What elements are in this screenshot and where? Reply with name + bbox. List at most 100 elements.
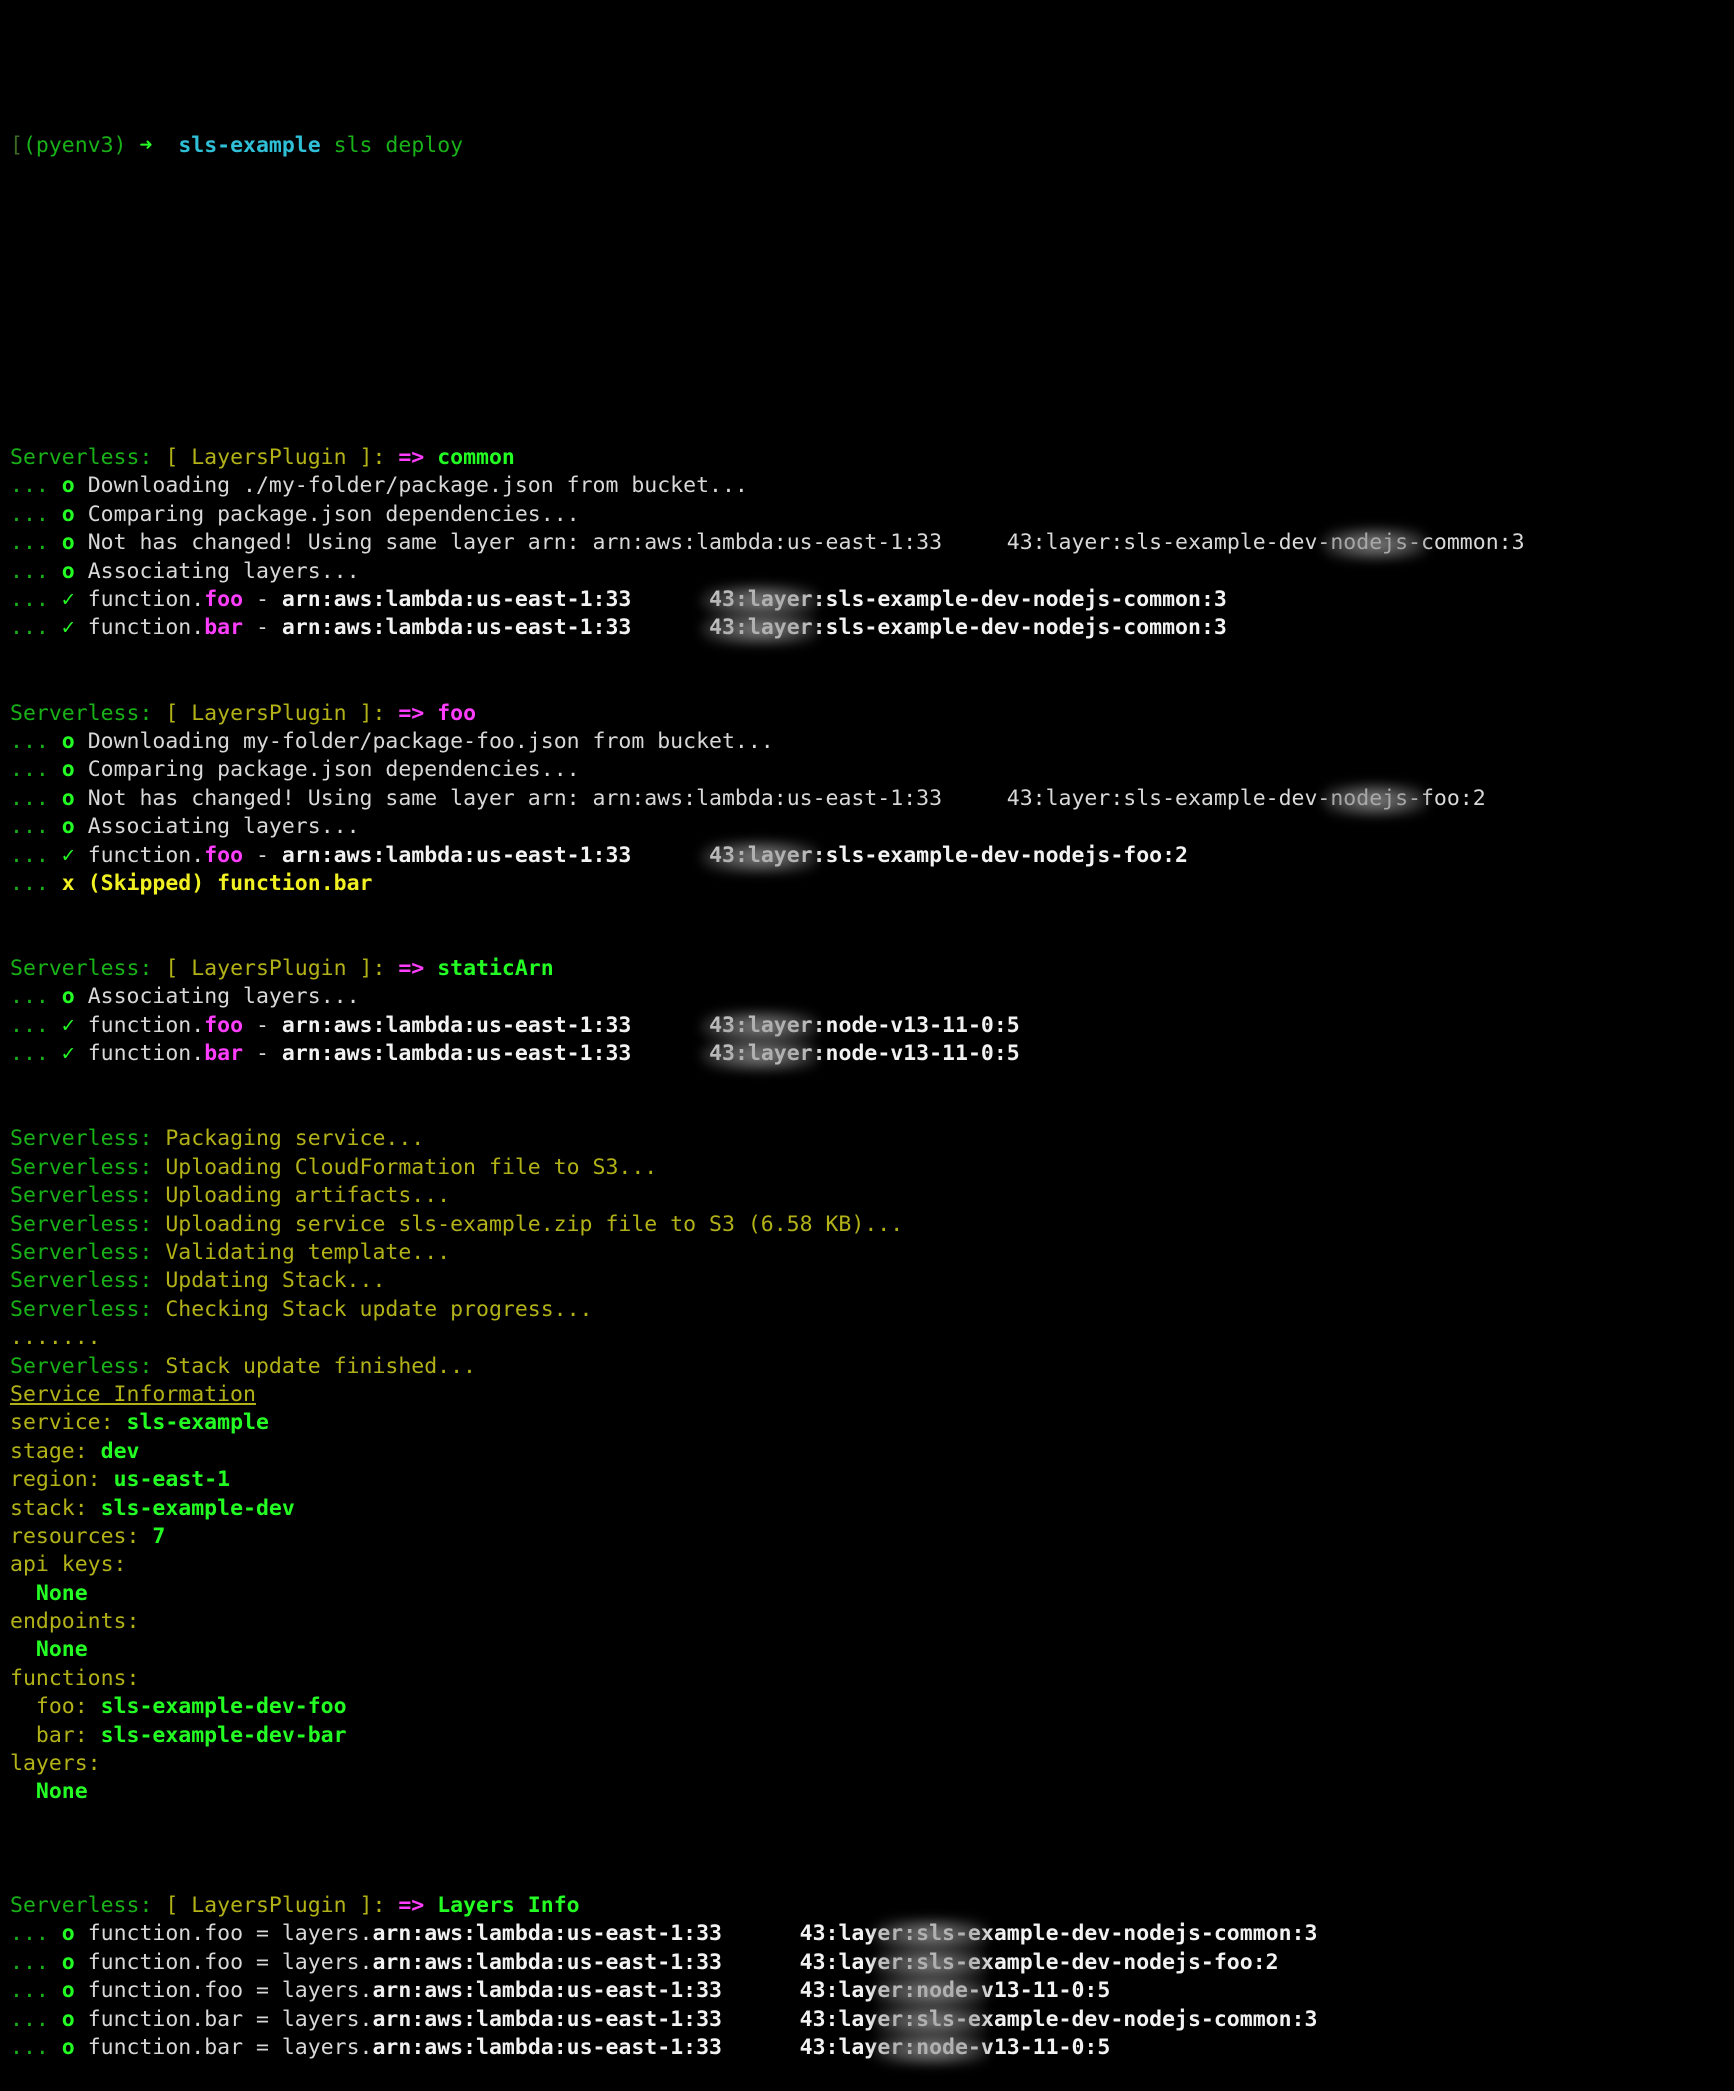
function-label: function.	[87, 1012, 205, 1038]
info-key: api keys:	[10, 1552, 127, 1578]
leading-dots: ...	[10, 1041, 49, 1067]
log-message: Associating layers...	[87, 984, 360, 1010]
lambda-layer-arn: arn:aws:lambda:us-east-1:33 43:layer:sls…	[593, 782, 1486, 817]
block-name: Layers Info	[437, 1892, 580, 1918]
lambda-layer-arn: arn:aws:lambda:us-east-1:33 43:layer:sls…	[593, 527, 1525, 562]
log-line-info: ... o Downloading ./my-folder/package.js…	[10, 472, 1734, 500]
shell-prompt-line: [(pyenv3) ➜ sls-example sls deploy	[10, 132, 1734, 160]
leading-dots: ...	[10, 501, 49, 527]
info-value: us-east-1	[113, 1467, 231, 1493]
lambda-layer-arn: arn:aws:lambda:us-east-1:33 43:layer:sls…	[372, 2003, 1317, 2038]
service-info-row: None	[10, 1636, 1734, 1664]
log-line-success: ... ✓ function.foo - arn:aws:lambda:us-e…	[10, 839, 1734, 874]
separator: -	[243, 615, 282, 641]
section-title: Service Information	[10, 1381, 256, 1407]
info-value: None	[35, 1637, 88, 1663]
log-message: Downloading ./my-folder/package.json fro…	[87, 473, 748, 499]
service-info-row: None	[10, 1580, 1734, 1608]
leading-dots: ...	[10, 587, 49, 612]
log-line-info-arn: ... o Not has changed! Using same layer …	[10, 527, 1734, 562]
lambda-layer-arn: arn:aws:lambda:us-east-1:33 43:layer:sls…	[372, 1946, 1279, 1981]
leading-dots: ...	[10, 757, 49, 783]
log-line-info: ... o Comparing package.json dependencie…	[10, 756, 1734, 784]
leading-dots: ...	[10, 2034, 49, 2060]
block-name: foo	[437, 700, 477, 726]
log-message: Associating layers...	[87, 558, 360, 584]
bullet-icon: o	[61, 1949, 75, 1975]
function-name: bar	[204, 1041, 244, 1067]
bullet-icon: o	[61, 473, 75, 499]
serverless-prefix: Serverless:	[10, 1353, 153, 1379]
arn-suffix: 43:layer:node-v13-11-0:5	[799, 2034, 1111, 2060]
bullet-icon: o	[61, 501, 75, 527]
info-value: sls-example-dev	[100, 1495, 295, 1521]
arn-account-redacted	[942, 530, 1007, 555]
log-line-skipped: ... x (Skipped) function.bar	[10, 870, 1734, 898]
arn-prefix: arn:aws:lambda:us-east-1:33	[281, 1041, 632, 1067]
log-line-info: ... o Associating layers...	[10, 558, 1734, 586]
bullet-icon: o	[61, 530, 75, 556]
terminal-output[interactable]: [(pyenv3) ➜ sls-example sls deploy Serve…	[0, 0, 1734, 2091]
serverless-prefix: Serverless:	[10, 1211, 153, 1237]
function-label: function.	[87, 615, 205, 641]
log-line-success: ... ✓ function.bar - arn:aws:lambda:us-e…	[10, 1038, 1734, 1073]
serverless-prefix: Serverless:	[10, 1296, 153, 1322]
bullet-icon: o	[61, 2034, 75, 2060]
block-name: staticArn	[437, 956, 554, 982]
status-message: Packaging service...	[165, 1126, 425, 1152]
arrow-icon: =>	[398, 956, 425, 982]
log-line-success: ... ✓ function.foo - arn:aws:lambda:us-e…	[10, 584, 1734, 618]
leading-dots: ...	[10, 1978, 49, 2004]
arn-suffix: 43:layer:sls-example-dev-nodejs-common:3	[709, 615, 1227, 641]
serverless-prefix: Serverless:	[10, 1239, 153, 1265]
log-line-info: ... o Comparing package.json dependencie…	[10, 501, 1734, 529]
log-message: Comparing package.json dependencies...	[87, 757, 580, 783]
info-key: bar:	[35, 1722, 88, 1748]
service-info-row: endpoints:	[10, 1608, 1734, 1636]
check-icon: ✓	[61, 842, 75, 868]
bullet-icon: o	[61, 814, 75, 840]
arn-account-redacted	[942, 786, 1007, 811]
arn-prefix: arn:aws:lambda:us-east-1:33	[281, 1012, 632, 1038]
info-value: sls-example	[126, 1410, 269, 1436]
bullet-icon: o	[61, 558, 75, 584]
bullet-icon: o	[61, 2006, 75, 2032]
arn-account-redacted	[722, 1950, 800, 1975]
status-line: Serverless: Uploading CloudFormation fil…	[10, 1154, 1734, 1182]
info-value: 7	[152, 1523, 166, 1549]
bullet-icon: o	[61, 1921, 75, 1947]
leading-dots: ...	[10, 530, 49, 556]
lambda-layer-arn: arn:aws:lambda:us-east-1:33 43:layer:nod…	[372, 1975, 1111, 2010]
arrow-icon: =>	[398, 445, 425, 471]
lambda-layer-arn: arn:aws:lambda:us-east-1:33 43:layer:sls…	[281, 839, 1188, 874]
service-info-row: region: us-east-1	[10, 1466, 1734, 1494]
layer-assignment-label: function.foo = layers.	[87, 1978, 373, 2004]
cross-icon: x	[61, 870, 75, 896]
arn-suffix: 43:layer:sls-example-dev-nodejs-common:3	[709, 587, 1227, 612]
layers-info-row: ... o function.foo = layers.arn:aws:lamb…	[10, 1946, 1734, 1981]
log-message: Comparing package.json dependencies...	[87, 501, 580, 527]
arn-prefix: arn:aws:lambda:us-east-1:33	[281, 587, 632, 612]
arn-prefix: arn:aws:lambda:us-east-1:33	[281, 615, 632, 641]
info-key: functions:	[10, 1665, 140, 1691]
arn-suffix: 43:layer:node-v13-11-0:5	[709, 1041, 1020, 1067]
bullet-icon: o	[61, 984, 75, 1010]
leading-dots: ...	[10, 785, 49, 811]
arn-account-redacted	[631, 587, 709, 612]
service-info-row: foo: sls-example-dev-foo	[10, 1693, 1734, 1721]
status-line: Serverless: Updating Stack...	[10, 1267, 1734, 1295]
service-info-row: api keys:	[10, 1551, 1734, 1579]
log-line-success: ... ✓ function.foo - arn:aws:lambda:us-e…	[10, 1009, 1734, 1044]
info-key: stage:	[10, 1438, 88, 1464]
function-name: foo	[204, 842, 244, 868]
separator: -	[243, 1012, 282, 1038]
layer-assignment-label: function.bar = layers.	[87, 2006, 373, 2032]
arn-suffix: 43:layer:node-v13-11-0:5	[799, 1978, 1111, 2004]
arn-prefix: arn:aws:lambda:us-east-1:33	[372, 1978, 722, 2004]
status-message: Validating template...	[165, 1239, 451, 1265]
arn-prefix: arn:aws:lambda:us-east-1:33	[281, 842, 632, 868]
